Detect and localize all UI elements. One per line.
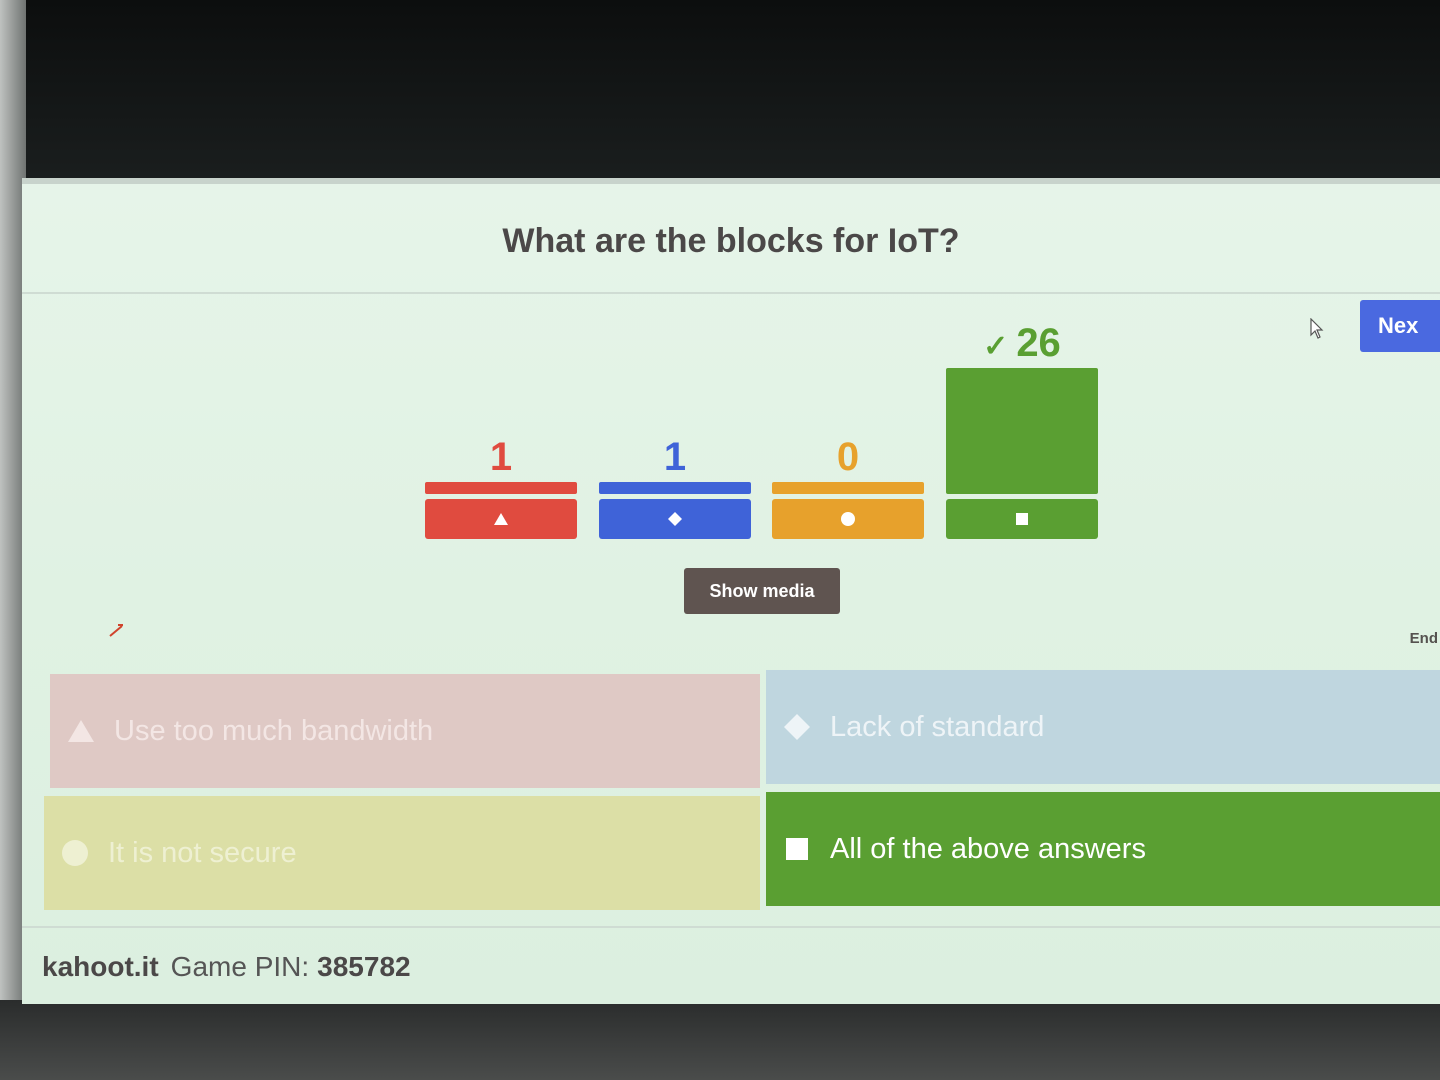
mouse-cursor-icon [1310,318,1324,340]
game-pin-label: Game PIN: [171,951,309,983]
result-count: ✓26 [946,321,1098,366]
answer-text: Lack of standard [830,711,1044,744]
result-bar-diamond: 1 [599,422,751,539]
end-button[interactable]: End [1410,630,1438,647]
diamond-icon [667,511,683,527]
check-icon: ✓ [983,330,1008,363]
room-background-top [0,0,1440,190]
circle-icon [840,511,856,527]
answer-tile-circle: It is not secure [44,796,760,910]
square-icon [1015,512,1029,526]
result-bar-square: ✓26 [946,308,1098,539]
result-bar-fill [772,482,924,494]
result-count: 1 [599,435,751,480]
result-bar-fill [599,482,751,494]
triangle-icon [493,512,509,526]
show-media-button[interactable]: Show media [684,568,840,614]
game-pin-value: 385782 [317,951,410,983]
diamond-icon [782,712,812,742]
circle-icon [60,838,90,868]
results-chart: 1 1 0 ✓26 [422,309,1112,539]
brand-logo: kahoot.it [42,951,159,983]
result-bar-fill [946,368,1098,494]
game-footer: kahoot.it Game PIN: 385782 [22,926,1440,1004]
room-background-bottom [0,1000,1440,1080]
pen-mark-icon [108,620,126,638]
result-bar-base [946,499,1098,539]
triangle-icon [66,716,96,746]
answer-tile-diamond: Lack of standard [766,670,1440,784]
result-bar-circle: 0 [772,422,924,539]
result-count: 0 [772,435,924,480]
projector-screen: What are the blocks for IoT? Nex 1 1 0 [22,178,1440,1004]
result-bar-base [425,499,577,539]
question-header: What are the blocks for IoT? [22,184,1440,294]
answer-text: Use too much bandwidth [114,715,433,748]
result-bar-fill [425,482,577,494]
question-title: What are the blocks for IoT? [502,222,959,261]
answer-tile-square: All of the above answers [766,792,1440,906]
result-bar-triangle: 1 [425,422,577,539]
result-count: 1 [425,435,577,480]
answer-text: It is not secure [108,837,297,870]
square-icon [782,834,812,864]
result-bar-base [599,499,751,539]
next-button[interactable]: Nex [1360,300,1440,352]
answer-tile-triangle: Use too much bandwidth [50,674,760,788]
answer-text: All of the above answers [830,833,1146,866]
result-bar-base [772,499,924,539]
